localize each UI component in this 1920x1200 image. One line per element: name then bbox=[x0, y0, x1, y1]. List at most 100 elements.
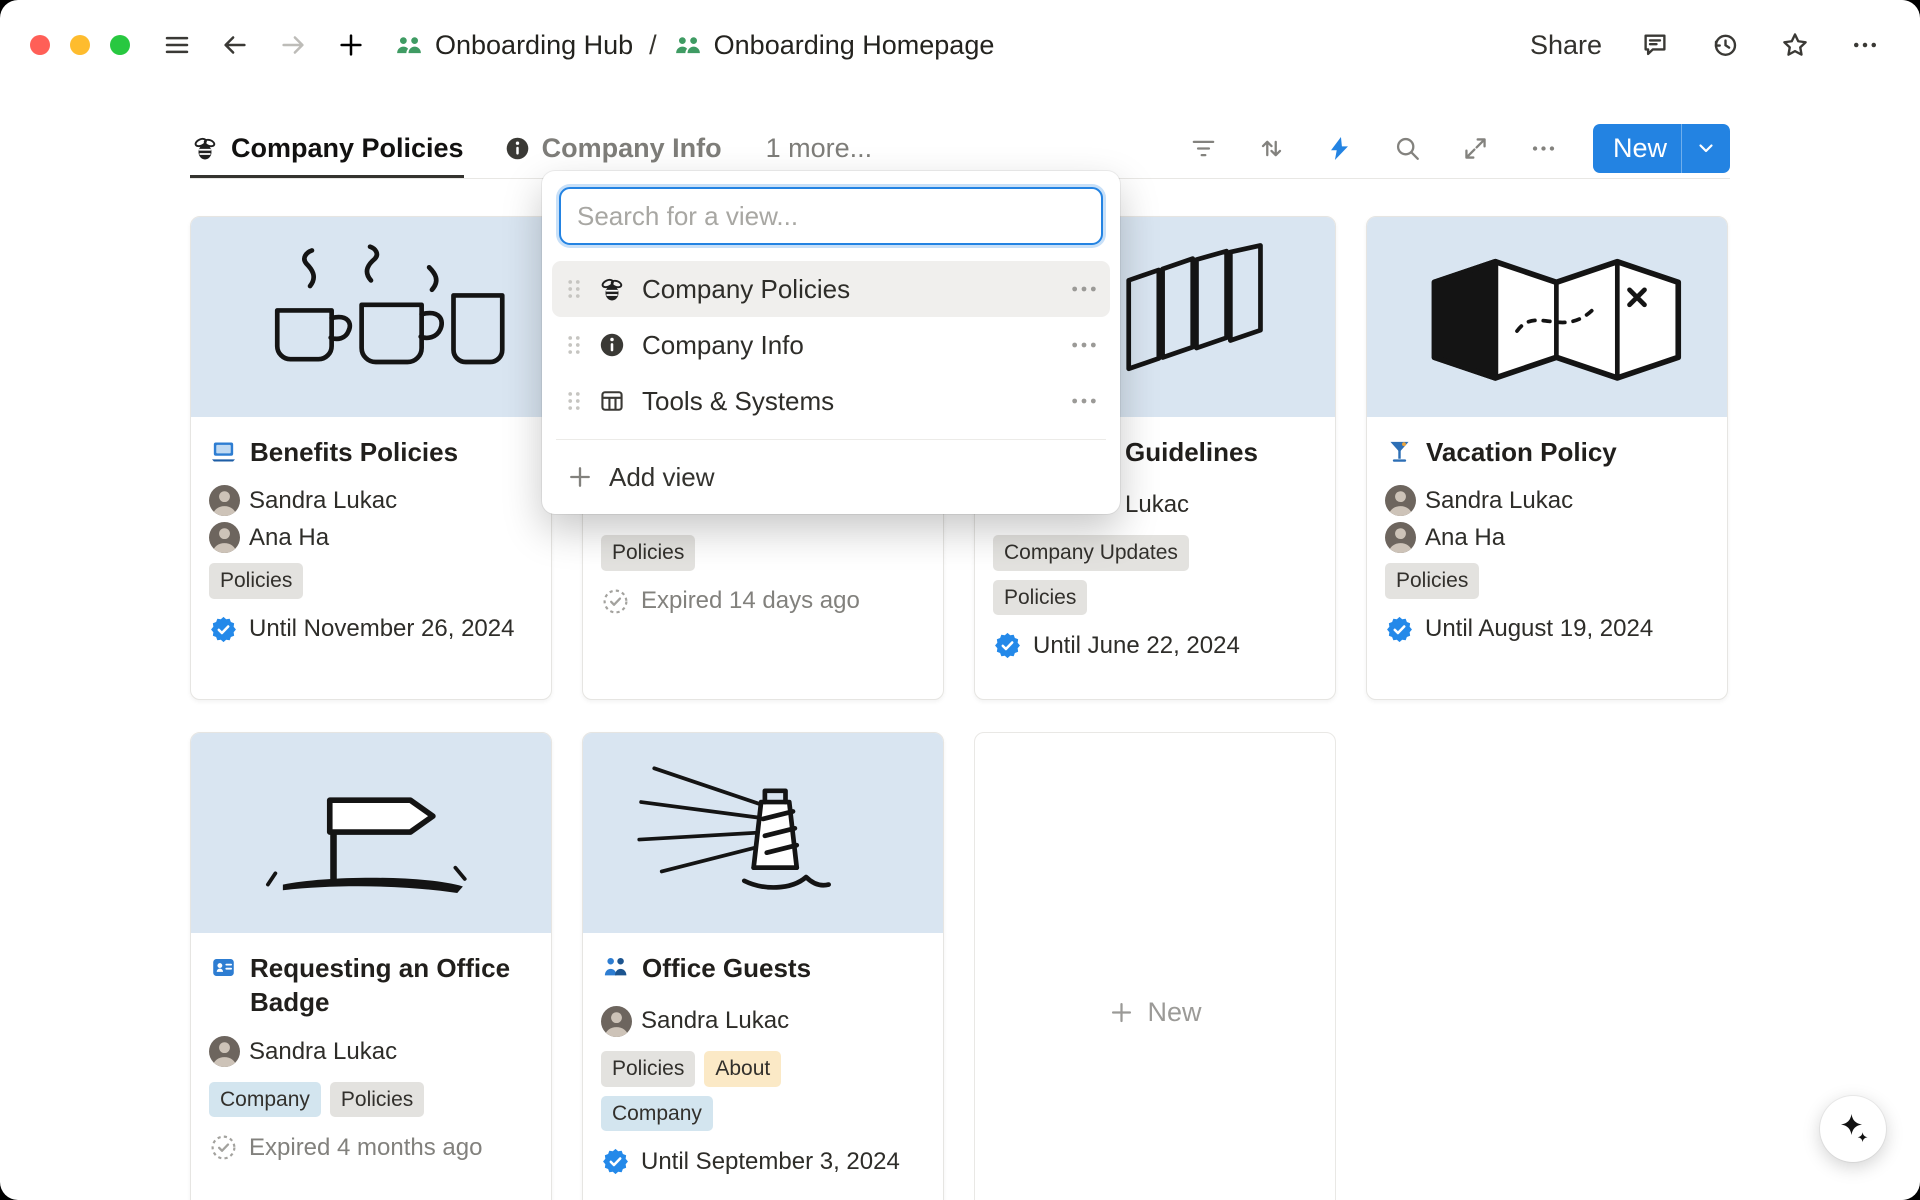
add-view-button[interactable]: Add view bbox=[552, 450, 1110, 504]
card-office-guests[interactable]: Office Guests Sandra Lukac Policies Abou… bbox=[582, 732, 944, 1200]
new-card-button[interactable]: New bbox=[974, 732, 1336, 1200]
tag: Policies bbox=[1385, 563, 1479, 599]
person: Sandra Lukac bbox=[209, 1036, 397, 1067]
tag: Policies bbox=[601, 1051, 695, 1087]
new-page-icon[interactable] bbox=[332, 26, 370, 64]
view-options-icon[interactable] bbox=[1066, 385, 1102, 417]
card-people: Sandra Lukac Ana Ha bbox=[1385, 485, 1709, 553]
more-tabs-button[interactable]: 1 more... bbox=[766, 133, 873, 164]
new-button-dropdown[interactable] bbox=[1681, 124, 1730, 173]
card-people: Sandra Lukac bbox=[601, 1001, 925, 1041]
person: Ana Ha bbox=[1385, 522, 1505, 553]
filter-icon[interactable] bbox=[1185, 129, 1223, 167]
new-button-label[interactable]: New bbox=[1593, 133, 1681, 164]
more-options-icon[interactable] bbox=[1846, 26, 1884, 64]
tab-company-info[interactable]: Company Info bbox=[504, 118, 722, 178]
card-tags: Policies About Company bbox=[601, 1051, 836, 1131]
sidebar-toggle-icon[interactable] bbox=[158, 26, 196, 64]
view-options-icon[interactable] bbox=[1066, 329, 1102, 361]
vacation-icon bbox=[1385, 437, 1414, 466]
card-status: Expired 4 months ago bbox=[209, 1133, 533, 1162]
avatar bbox=[601, 1006, 632, 1037]
card-benefits-policies[interactable]: Benefits Policies Sandra Lukac Ana Ha bbox=[190, 216, 552, 700]
card-title: Requesting an Office Badge bbox=[209, 951, 533, 1020]
card-cover bbox=[1367, 217, 1727, 417]
view-menu-item-company-policies[interactable]: Company Policies bbox=[552, 261, 1110, 317]
verified-check-icon bbox=[1385, 615, 1414, 644]
guests-icon bbox=[601, 953, 630, 982]
drag-handle-icon[interactable] bbox=[560, 274, 588, 304]
card-office-badge[interactable]: Requesting an Office Badge Sandra Lukac … bbox=[190, 732, 552, 1200]
expired-check-icon bbox=[209, 1133, 238, 1162]
laptop-icon bbox=[209, 437, 238, 466]
drag-handle-icon[interactable] bbox=[560, 330, 588, 360]
teamspace-icon bbox=[394, 30, 424, 60]
view-menu-item-tools-systems[interactable]: Tools & Systems bbox=[552, 373, 1110, 429]
titlebar: Onboarding Hub / Onboarding Homepage Sha… bbox=[0, 0, 1920, 90]
search-icon[interactable] bbox=[1389, 129, 1427, 167]
info-icon bbox=[598, 331, 626, 359]
tab-company-policies[interactable]: Company Policies bbox=[190, 118, 464, 178]
expired-check-icon bbox=[601, 587, 630, 616]
breadcrumb-page[interactable]: Onboarding Homepage bbox=[673, 30, 995, 61]
breadcrumb: Onboarding Hub / Onboarding Homepage bbox=[394, 30, 994, 61]
forward-icon[interactable] bbox=[274, 26, 312, 64]
minimize-window-button[interactable] bbox=[70, 35, 90, 55]
tag: Company bbox=[209, 1082, 321, 1118]
drag-handle-icon[interactable] bbox=[560, 386, 588, 416]
signpost-doodle bbox=[221, 751, 521, 915]
verified-check-icon bbox=[601, 1147, 630, 1176]
coffee-mugs-doodle bbox=[221, 235, 521, 399]
breadcrumb-root[interactable]: Onboarding Hub bbox=[394, 30, 633, 61]
view-menu: Company Policies Company Info Tools & Sy… bbox=[542, 171, 1120, 514]
zoom-window-button[interactable] bbox=[110, 35, 130, 55]
window-controls bbox=[30, 35, 130, 55]
view-settings-icon[interactable] bbox=[1525, 129, 1563, 167]
titlebar-actions: Share bbox=[1530, 26, 1884, 64]
close-window-button[interactable] bbox=[30, 35, 50, 55]
badge-icon bbox=[209, 953, 238, 982]
teamspace-icon bbox=[673, 30, 703, 60]
tag: Company Updates bbox=[993, 535, 1189, 571]
breadcrumb-separator: / bbox=[649, 30, 657, 61]
person: Sandra Lukac bbox=[601, 1006, 789, 1037]
favorite-star-icon[interactable] bbox=[1776, 26, 1814, 64]
card-tags: Company Updates Policies bbox=[993, 535, 1317, 615]
table-icon bbox=[598, 387, 626, 415]
card-status: Until June 22, 2024 bbox=[993, 631, 1317, 660]
card-tags: Policies bbox=[601, 535, 925, 571]
card-vacation-policy[interactable]: Vacation Policy Sandra Lukac Ana Ha bbox=[1366, 216, 1728, 700]
expand-icon[interactable] bbox=[1457, 129, 1495, 167]
card-cover bbox=[191, 733, 551, 933]
verified-check-icon bbox=[993, 631, 1022, 660]
ai-sparkle-button[interactable] bbox=[1820, 1096, 1886, 1162]
card-people: Sandra Lukac bbox=[209, 1032, 533, 1072]
comments-icon[interactable] bbox=[1636, 26, 1674, 64]
sort-icon[interactable] bbox=[1253, 129, 1291, 167]
card-status: Expired 14 days ago bbox=[601, 587, 925, 616]
person: Lukac bbox=[1125, 491, 1189, 519]
lighthouse-doodle bbox=[613, 751, 913, 915]
person: Ana Ha bbox=[209, 522, 329, 553]
back-icon[interactable] bbox=[216, 26, 254, 64]
view-menu-item-company-info[interactable]: Company Info bbox=[552, 317, 1110, 373]
breadcrumb-root-label: Onboarding Hub bbox=[435, 30, 633, 61]
card-tags: Policies bbox=[209, 563, 533, 599]
history-icon[interactable] bbox=[1706, 26, 1744, 64]
view-search-input[interactable] bbox=[559, 187, 1103, 245]
avatar bbox=[209, 485, 240, 516]
bee-icon bbox=[190, 133, 220, 163]
avatar bbox=[1385, 522, 1416, 553]
info-icon bbox=[504, 135, 531, 162]
card-people: Sandra Lukac Ana Ha bbox=[209, 485, 533, 553]
plus-icon bbox=[566, 463, 594, 491]
bee-icon bbox=[597, 274, 627, 304]
sparkle-icon bbox=[1835, 1111, 1871, 1147]
share-button[interactable]: Share bbox=[1530, 30, 1602, 61]
new-button[interactable]: New bbox=[1593, 124, 1730, 173]
automations-icon[interactable] bbox=[1321, 129, 1359, 167]
plus-icon bbox=[1108, 999, 1135, 1026]
view-options-icon[interactable] bbox=[1066, 273, 1102, 305]
map-doodle bbox=[1397, 235, 1697, 399]
card-tags: Company Policies bbox=[209, 1082, 533, 1118]
